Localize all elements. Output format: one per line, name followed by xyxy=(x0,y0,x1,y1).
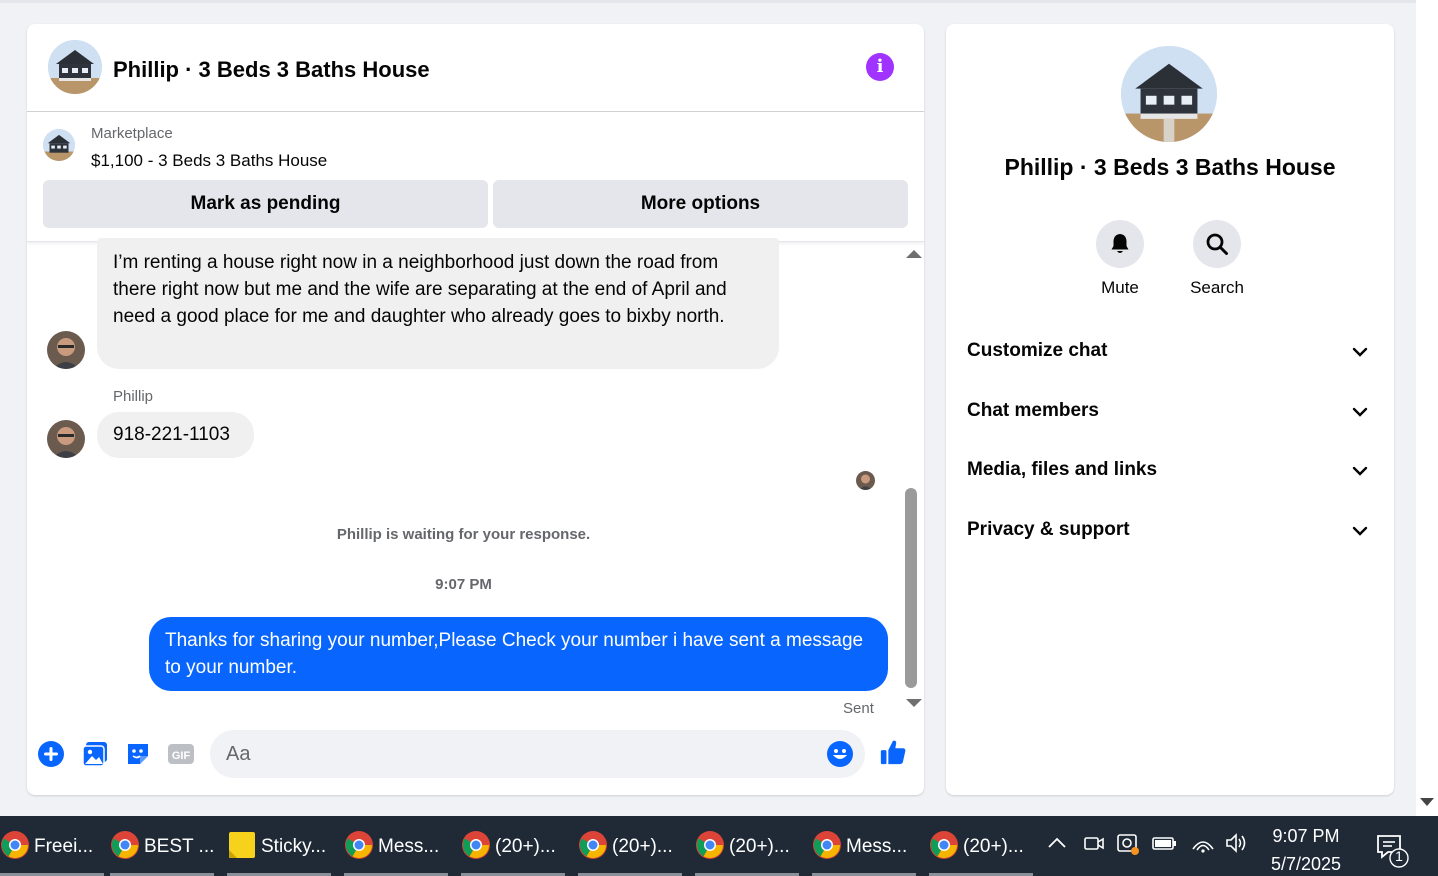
read-receipt-avatar xyxy=(856,471,875,490)
mute-button[interactable]: Mute xyxy=(1090,220,1150,298)
section-label: Media, files and links xyxy=(967,459,1158,480)
chat-details-panel: Phillip · 3 Beds 3 Baths House Mute Sear… xyxy=(946,24,1394,795)
chevron-down-icon xyxy=(1352,407,1368,417)
marketplace-label: Marketplace xyxy=(91,125,173,142)
notification-icon xyxy=(1377,835,1409,868)
taskbar-app-label: Sticky... xyxy=(261,836,327,857)
photo-icon[interactable] xyxy=(81,740,109,768)
profile-avatar[interactable] xyxy=(1121,46,1217,142)
battery-icon[interactable] xyxy=(1152,832,1178,854)
message-input-wrapper xyxy=(210,730,865,778)
scroll-thumb[interactable] xyxy=(905,488,917,688)
listing-thumbnail[interactable] xyxy=(43,129,75,161)
section-label: Chat members xyxy=(967,400,1099,421)
sender-avatar[interactable] xyxy=(47,331,85,369)
sender-avatar[interactable] xyxy=(47,420,85,458)
media-files-links-section[interactable]: Media, files and links xyxy=(946,443,1394,499)
message-scrollbar[interactable] xyxy=(901,248,923,718)
chrome-icon xyxy=(930,831,958,859)
chevron-up-icon[interactable] xyxy=(1046,832,1068,854)
chrome-icon xyxy=(1,831,29,859)
info-icon[interactable]: i xyxy=(866,53,894,81)
chat-header: Phillip · 3 Beds 3 Baths House i xyxy=(27,24,924,112)
chrome-icon xyxy=(462,831,490,859)
mark-as-pending-button[interactable]: Mark as pending xyxy=(43,180,488,228)
svg-text:GIF: GIF xyxy=(172,750,191,762)
taskbar-app-label: Mess... xyxy=(378,836,440,857)
volume-icon[interactable] xyxy=(1225,832,1249,854)
chrome-icon xyxy=(579,831,607,859)
like-thumbs-up-icon[interactable] xyxy=(879,738,907,766)
meet-icon[interactable] xyxy=(1083,832,1105,854)
marketplace-banner: Marketplace $1,100 - 3 Beds 3 Baths Hous… xyxy=(27,113,924,242)
search-label: Search xyxy=(1190,278,1244,297)
chrome-icon xyxy=(111,831,139,859)
chat-members-section[interactable]: Chat members xyxy=(946,384,1394,440)
search-icon[interactable] xyxy=(1193,220,1241,268)
message-input[interactable] xyxy=(226,730,806,778)
taskbar-app-label: BEST ... xyxy=(144,836,215,857)
sticker-icon[interactable] xyxy=(124,740,152,768)
window-top-border xyxy=(0,0,1416,3)
taskbar-app-label: Mess... xyxy=(846,836,908,857)
listing-title[interactable]: $1,100 - 3 Beds 3 Baths House xyxy=(91,151,327,171)
sent-status: Sent xyxy=(843,700,874,717)
message-timestamp: 9:07 PM xyxy=(435,576,492,593)
chat-panel: Phillip · 3 Beds 3 Baths House i Marketp… xyxy=(27,24,924,795)
message-bubble-received[interactable]: 918-221-1103 xyxy=(97,412,254,458)
message-bubble-received[interactable]: I’m renting a house right now in a neigh… xyxy=(97,238,779,369)
sticky-notes-icon xyxy=(229,832,255,858)
privacy-support-section[interactable]: Privacy & support xyxy=(946,503,1394,559)
taskbar-app-label: (20+)... xyxy=(612,836,673,857)
scroll-up-arrow[interactable] xyxy=(906,250,922,258)
chrome-icon xyxy=(696,831,724,859)
system-clock[interactable]: 9:07 PM 5/7/2025 xyxy=(1262,822,1350,876)
chrome-icon xyxy=(345,831,373,859)
section-label: Customize chat xyxy=(967,340,1108,361)
gif-icon[interactable]: GIF xyxy=(167,740,195,768)
taskbar-app-label: Freei... xyxy=(34,836,94,857)
chevron-down-icon xyxy=(1352,347,1368,357)
wifi-icon[interactable] xyxy=(1191,832,1215,854)
search-button[interactable]: Search xyxy=(1187,220,1247,298)
chevron-down-icon xyxy=(1352,466,1368,476)
taskbar-app-label: (20+)... xyxy=(729,836,790,857)
windows-taskbar: Freei... BEST ... Sticky... Mess... (20+… xyxy=(0,816,1438,876)
customize-chat-section[interactable]: Customize chat xyxy=(946,324,1394,380)
listing-avatar[interactable] xyxy=(48,40,102,94)
mute-label: Mute xyxy=(1101,278,1139,297)
message-composer: GIF xyxy=(27,724,924,786)
page-scrollbar-track[interactable] xyxy=(1416,0,1438,816)
clock-time: 9:07 PM xyxy=(1272,826,1340,846)
message-bubble-sent[interactable]: Thanks for sharing your number,Please Ch… xyxy=(149,617,888,691)
section-label: Privacy & support xyxy=(967,519,1130,540)
add-icon[interactable] xyxy=(37,740,65,768)
page-scroll-down-arrow[interactable] xyxy=(1420,798,1434,806)
more-options-button[interactable]: More options xyxy=(493,180,908,228)
chrome-icon xyxy=(813,831,841,859)
sender-name: Phillip xyxy=(113,388,154,405)
profile-name: Phillip · 3 Beds 3 Baths House xyxy=(1004,154,1336,180)
emoji-icon[interactable] xyxy=(826,740,854,768)
update-icon[interactable] xyxy=(1116,832,1140,856)
chevron-down-icon xyxy=(1352,526,1368,536)
taskbar-app-label: (20+)... xyxy=(963,836,1024,857)
waiting-notice: Phillip is waiting for your response. xyxy=(336,526,591,543)
chat-title[interactable]: Phillip · 3 Beds 3 Baths House xyxy=(113,57,430,83)
notification-count: 1 xyxy=(1395,848,1403,864)
clock-date: 5/7/2025 xyxy=(1270,854,1342,874)
notification-center-button[interactable]: 1 xyxy=(1374,832,1410,873)
taskbar-app-label: (20+)... xyxy=(495,836,556,857)
message-list: I’m renting a house right now in a neigh… xyxy=(27,238,924,722)
bell-icon[interactable] xyxy=(1096,220,1144,268)
scroll-down-arrow[interactable] xyxy=(906,699,922,707)
